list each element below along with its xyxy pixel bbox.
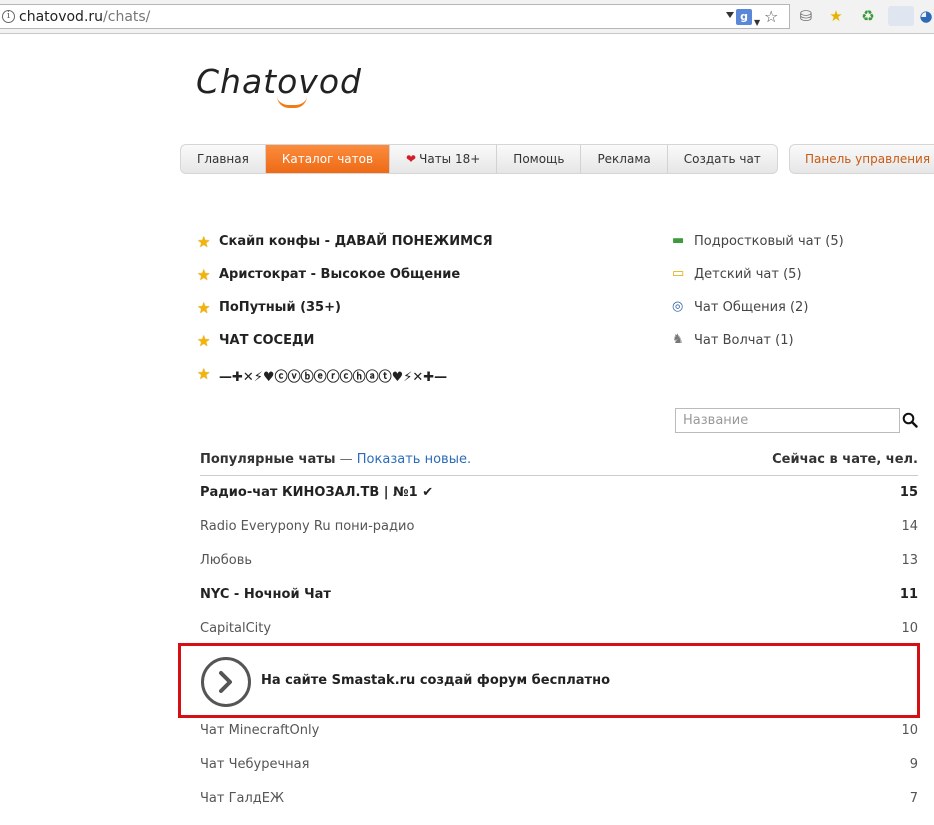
chat-name[interactable]: Радио-чат КИНОЗАЛ.ТВ | №1 ✔ [200, 485, 433, 500]
nav-home[interactable]: Главная [181, 145, 266, 173]
chat-count: 10 [901, 723, 918, 738]
database-extension-icon[interactable]: ⛁ [796, 6, 816, 26]
featured-label[interactable]: —✚✕⚡♥ⓒⓥⓑⓔⓡⓒⓗⓐⓣ♥⚡✕✚— [219, 366, 447, 385]
count-column-header: Сейчас в чате, чел. [772, 452, 918, 467]
table-row[interactable]: NYC - Ночной Чат 11 [200, 587, 918, 621]
bookmark-star-icon[interactable]: ☆ [764, 7, 778, 26]
show-new-link[interactable]: Показать новые. [357, 452, 471, 467]
category-label[interactable]: Чат Волчат (1) [694, 333, 794, 348]
speech-bubbles-icon: ▬ [672, 233, 685, 248]
chat-count: 14 [901, 519, 918, 534]
category-item[interactable]: ♞ Чат Волчат (1) [672, 332, 844, 366]
nav-catalog[interactable]: Каталог чатов [265, 145, 391, 173]
category-label[interactable]: Чат Общения (2) [694, 300, 808, 315]
search-engine-icon[interactable]: g [736, 9, 752, 25]
url-text[interactable]: chatovod.ru/chats/ [19, 9, 150, 25]
search-input[interactable] [675, 408, 900, 433]
category-item[interactable]: ▭ Детский чат (5) [672, 266, 844, 300]
chat-count: 7 [909, 791, 918, 806]
category-label[interactable]: Подростковый чат (5) [694, 234, 844, 249]
category-label[interactable]: Детский чат (5) [694, 267, 802, 282]
featured-label[interactable]: Скайп конфы - ДАВАЙ ПОНЕЖИМСЯ [219, 234, 493, 249]
chat-count: 9 [909, 757, 918, 772]
featured-item[interactable]: ★ —✚✕⚡♥ⓒⓥⓑⓔⓡⓒⓗⓐⓣ♥⚡✕✚— [197, 365, 493, 399]
nav-adult-label: Чаты 18+ [419, 152, 481, 166]
featured-item[interactable]: ★ Аристократ - Высокое Общение [197, 266, 493, 300]
main-nav: Главная Каталог чатов ❤ Чаты 18+ Помощь Р… [180, 144, 778, 174]
heading-text: Популярные чаты [200, 452, 336, 467]
star-icon: ★ [197, 365, 211, 383]
chat-name[interactable]: Чат MinecraftOnly [200, 723, 319, 738]
featured-item[interactable]: ★ Скайп конфы - ДАВАЙ ПОНЕЖИМСЯ [197, 233, 493, 267]
nav-help[interactable]: Помощь [497, 145, 582, 173]
chat-count: 11 [899, 587, 918, 602]
recycle-extension-icon[interactable]: ♻ [858, 6, 878, 26]
heading-dash: — [335, 452, 357, 467]
featured-item[interactable]: ★ ПоПутный (35+) [197, 299, 493, 333]
browser-toolbar: i chatovod.ru/chats/ g ▼ ☆ ⛁ ★ ♻ ◕ [0, 0, 934, 34]
chat-count: 13 [901, 553, 918, 568]
table-row[interactable]: Радио-чат КИНОЗАЛ.ТВ | №1 ✔ 15 [200, 485, 918, 519]
chat-list-bottom: Чат MinecraftOnly 10 Чат Чебуречная 9 Чат … [200, 723, 918, 825]
featured-chats: ★ Скайп конфы - ДАВАЙ ПОНЕЖИМСЯ ★ Аристокр… [197, 233, 493, 399]
promo-banner[interactable]: На сайте Smastak.ru создай форум бесплат… [178, 643, 920, 718]
search-icon[interactable] [902, 412, 918, 428]
featured-label[interactable]: ПоПутный (35+) [219, 300, 341, 315]
info-icon[interactable]: i [2, 10, 15, 23]
heart-icon: ❤ [406, 152, 417, 166]
chevron-right-icon[interactable] [201, 657, 251, 707]
category-item[interactable]: ▬ Подростковый чат (5) [672, 233, 844, 267]
chat-name[interactable]: NYC - Ночной Чат [200, 587, 331, 602]
chevron-down-icon[interactable]: ▼ [754, 18, 760, 27]
category-item[interactable]: ◎ Чат Общения (2) [672, 299, 844, 333]
nav-adult-chats[interactable]: ❤ Чаты 18+ [390, 145, 498, 173]
star-extension-icon[interactable]: ★ [826, 6, 846, 26]
chat-list-top: Радио-чат КИНОЗАЛ.ТВ | №1 ✔ 15 Radio Ever… [200, 485, 918, 655]
chat-name[interactable]: CapitalCity [200, 621, 271, 636]
table-row[interactable]: Чат ГалдЕЖ 7 [200, 791, 918, 825]
globe-icon[interactable]: ◕ [918, 6, 934, 26]
address-bar[interactable]: i chatovod.ru/chats/ g ▼ ☆ [0, 4, 790, 29]
chat-name[interactable]: Чат Чебуречная [200, 757, 309, 772]
table-row[interactable]: Чат Чебуречная 9 [200, 757, 918, 791]
nav-create-chat[interactable]: Создать чат [668, 145, 777, 173]
star-icon: ★ [197, 299, 211, 317]
chat-count: 10 [901, 621, 918, 636]
featured-label[interactable]: ЧАТ СОСЕДИ [219, 333, 314, 348]
featured-item[interactable]: ★ ЧАТ СОСЕДИ [197, 332, 493, 366]
speech-bubble-icon: ▭ [672, 266, 685, 281]
table-row[interactable]: Любовь 13 [200, 553, 918, 587]
star-icon: ★ [197, 233, 211, 251]
wolf-icon: ♞ [672, 332, 684, 347]
chat-categories: ▬ Подростковый чат (5) ▭ Детский чат (5) ◎… [672, 233, 844, 366]
table-row[interactable]: Чат MinecraftOnly 10 [200, 723, 918, 757]
chat-name[interactable]: Любовь [200, 553, 252, 568]
logo-smile-icon [277, 96, 307, 108]
chat-name[interactable]: Чат ГалдЕЖ [200, 791, 284, 806]
nav-ads[interactable]: Реклама [581, 145, 668, 173]
popular-chats-heading: Популярные чаты — Показать новые. [200, 452, 471, 467]
blurred-extension-icon[interactable] [888, 6, 914, 26]
control-panel-button[interactable]: Панель управления [789, 144, 934, 174]
star-icon: ★ [197, 332, 211, 350]
chat-name[interactable]: Radio Everypony Ru пони-радио [200, 519, 414, 534]
table-row[interactable]: Radio Everypony Ru пони-радио 14 [200, 519, 918, 553]
table-header: Популярные чаты — Показать новые. Сейчас… [200, 452, 918, 476]
star-icon: ★ [197, 266, 211, 284]
chat-count: 15 [899, 485, 918, 500]
dropdown-arrow-icon[interactable] [726, 12, 734, 18]
promo-text[interactable]: На сайте Smastak.ru создай форум бесплат… [261, 673, 610, 688]
featured-label[interactable]: Аристократ - Высокое Общение [219, 267, 460, 282]
chat-circle-icon: ◎ [672, 299, 684, 314]
